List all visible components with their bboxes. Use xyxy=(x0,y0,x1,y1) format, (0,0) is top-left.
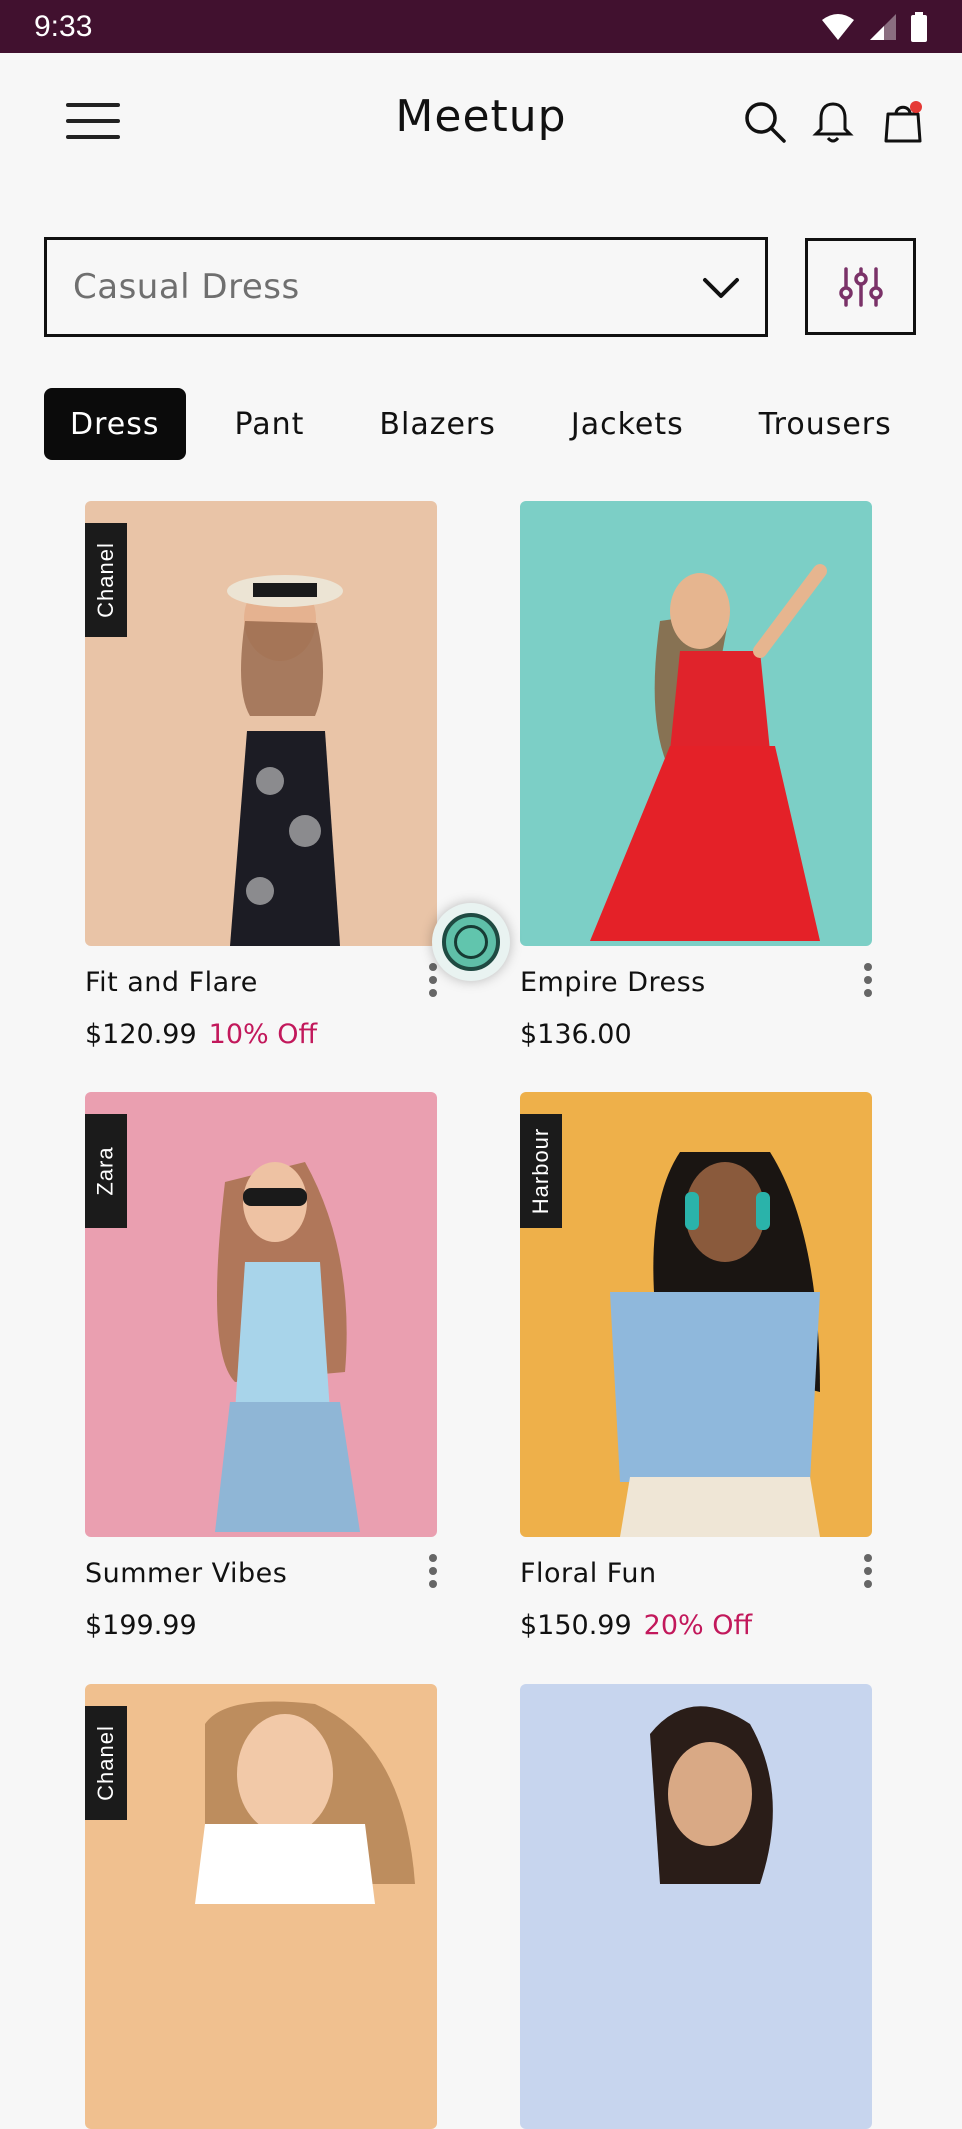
product-image[interactable] xyxy=(520,501,872,946)
dropdown-value: Casual Dress xyxy=(73,267,300,307)
product-price: $199.99 xyxy=(85,1610,197,1641)
product-price-row: $150.99 20% Off xyxy=(520,1610,752,1641)
chip-blazers[interactable]: Blazers xyxy=(353,388,521,460)
product-image[interactable]: Zara xyxy=(85,1092,437,1537)
category-chips: Dress Pant Blazers Jackets Trousers xyxy=(44,388,941,460)
sliders-icon xyxy=(838,266,883,307)
brand-tag: Harbour xyxy=(520,1114,562,1228)
cart-badge xyxy=(910,101,922,113)
model-figure xyxy=(215,1162,360,1532)
more-vert-icon[interactable] xyxy=(425,1554,441,1598)
more-vert-icon[interactable] xyxy=(860,1554,876,1598)
product-card[interactable] xyxy=(520,1684,872,2129)
product-image[interactable]: Chanel xyxy=(85,501,437,946)
chip-dress[interactable]: Dress xyxy=(44,388,186,460)
product-discount: 10% Off xyxy=(208,1019,318,1050)
product-price: $136.00 xyxy=(520,1019,632,1050)
product-card[interactable]: Harbour Floral Fun $150.99 20% Off xyxy=(520,1092,872,1641)
product-name: Summer Vibes xyxy=(85,1558,288,1589)
battery-icon xyxy=(911,11,927,42)
status-time: 9:33 xyxy=(34,9,93,43)
chip-pant[interactable]: Pant xyxy=(209,388,331,460)
bell-icon[interactable] xyxy=(810,99,856,145)
more-vert-icon[interactable] xyxy=(860,963,876,1007)
product-price-row: $136.00 xyxy=(520,1019,632,1050)
chip-trousers[interactable]: Trousers xyxy=(733,388,918,460)
product-name: Floral Fun xyxy=(520,1558,657,1589)
product-image[interactable]: Chanel xyxy=(85,1684,437,2129)
chevron-down-icon xyxy=(703,278,739,298)
product-price-row: $199.99 xyxy=(85,1610,197,1641)
status-icons xyxy=(820,11,928,42)
chip-jackets[interactable]: Jackets xyxy=(545,388,710,460)
model-figure xyxy=(610,1152,820,1537)
product-card[interactable]: Empire Dress $136.00 xyxy=(520,501,872,1050)
bag-icon[interactable] xyxy=(880,99,926,145)
brand-tag: Chanel xyxy=(85,523,127,637)
brand-tag: Zara xyxy=(85,1114,127,1228)
model-figure xyxy=(590,564,827,941)
category-dropdown[interactable]: Casual Dress xyxy=(44,237,768,337)
product-price: $150.99 xyxy=(520,1610,632,1641)
top-app-bar: Meetup xyxy=(0,53,962,193)
model-figure xyxy=(195,1701,415,1904)
model-figure xyxy=(227,575,343,946)
more-vert-icon[interactable] xyxy=(425,963,441,1007)
wifi-icon xyxy=(822,13,854,40)
product-image[interactable]: Harbour xyxy=(520,1092,872,1537)
search-icon[interactable] xyxy=(742,99,788,145)
product-price-row: $120.99 10% Off xyxy=(85,1019,317,1050)
product-name: Fit and Flare xyxy=(85,967,258,998)
product-card[interactable]: Chanel xyxy=(85,1684,437,2129)
signal-icon xyxy=(870,13,896,40)
product-price: $120.99 xyxy=(85,1019,197,1050)
product-card[interactable]: Zara Summer Vibes $199.99 xyxy=(85,1092,437,1641)
touch-indicator xyxy=(432,903,510,981)
filter-button[interactable] xyxy=(805,238,916,335)
brand-tag: Chanel xyxy=(85,1706,127,1820)
status-bar: 9:33 xyxy=(0,0,962,53)
product-discount: 20% Off xyxy=(643,1610,753,1641)
model-figure xyxy=(650,1706,773,1884)
product-card[interactable]: Chanel Fit and Flare $120.99 10% Off xyxy=(85,501,437,1050)
product-name: Empire Dress xyxy=(520,967,706,998)
product-image[interactable] xyxy=(520,1684,872,2129)
